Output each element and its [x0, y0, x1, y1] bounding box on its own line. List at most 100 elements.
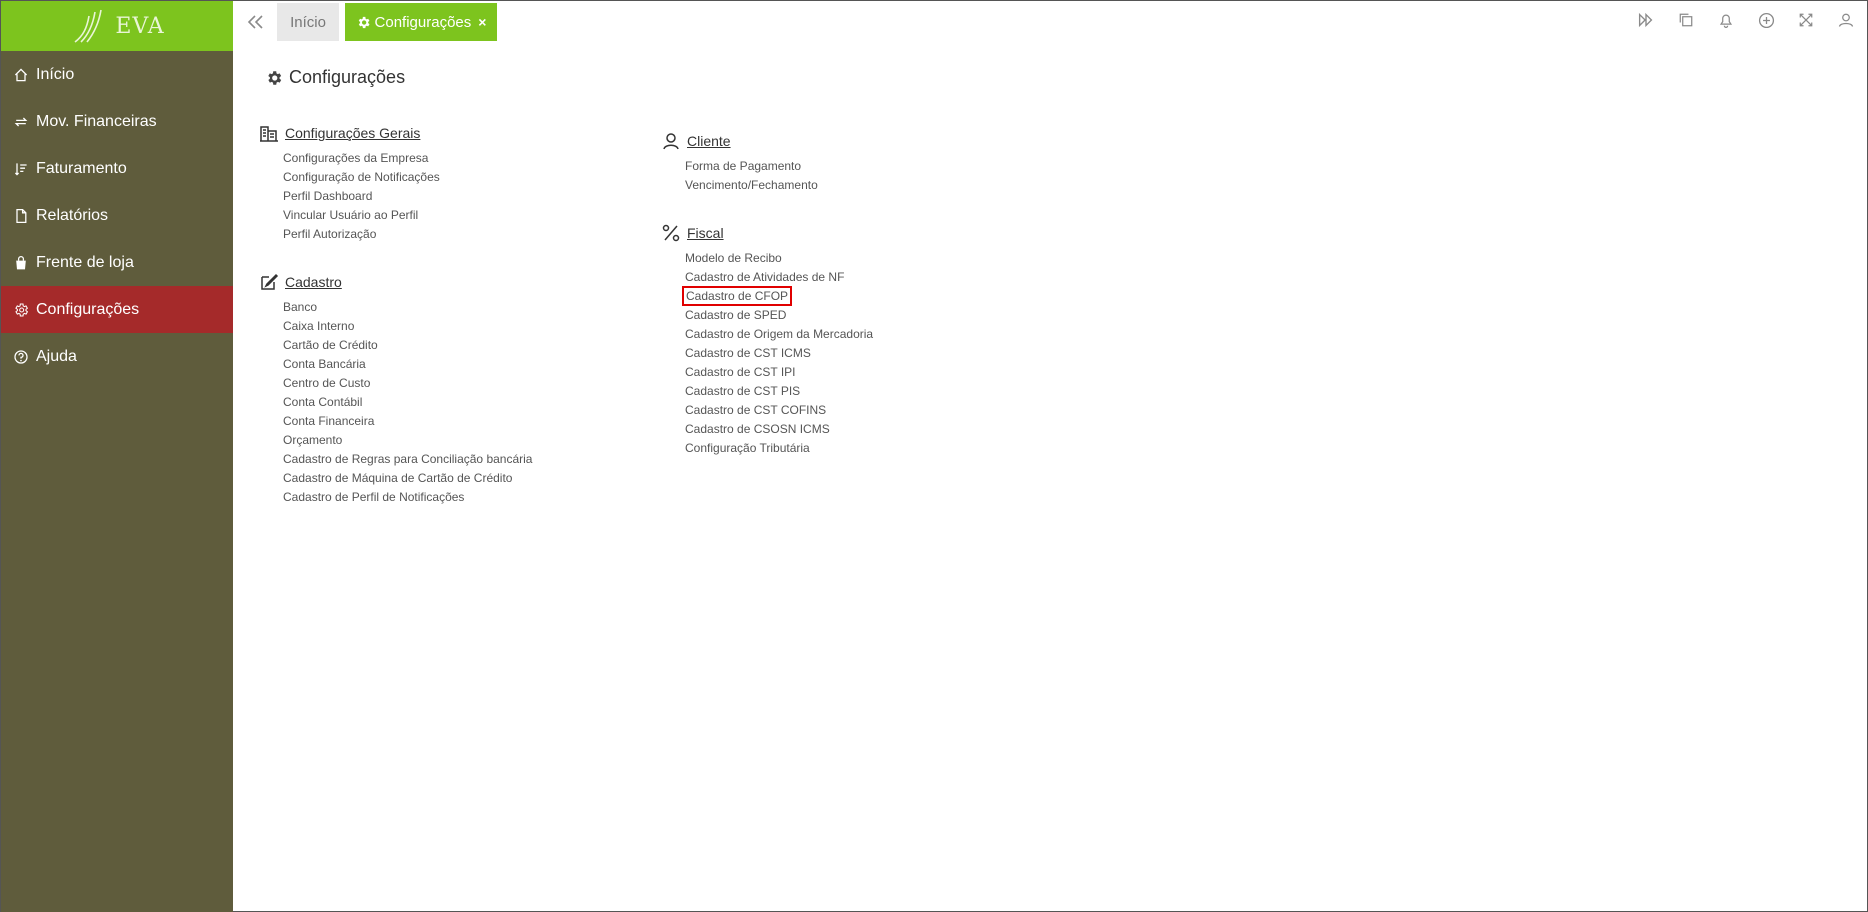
sidebar-item-relatorios[interactable]: Relatórios [1, 192, 233, 239]
logo-mark-icon [74, 9, 103, 43]
settings-link[interactable]: Perfil Dashboard [283, 187, 440, 206]
percent-icon [662, 224, 680, 242]
gear-icon [358, 16, 370, 28]
sidebar-item-configuracoes[interactable]: Configurações [1, 286, 233, 333]
settings-link-label: Cadastro de CST IPI [685, 365, 796, 379]
settings-link[interactable]: Modelo de Recibo [685, 249, 873, 268]
settings-link-label: Conta Bancária [283, 357, 366, 371]
user-icon[interactable] [1835, 9, 1857, 31]
settings-link[interactable]: Conta Financeira [283, 412, 532, 431]
sidebar-item-frente-de-loja[interactable]: Frente de loja [1, 239, 233, 286]
sort-list-icon [12, 160, 30, 178]
settings-link[interactable]: Cartão de Crédito [283, 336, 532, 355]
settings-link[interactable]: Conta Bancária [283, 355, 532, 374]
settings-link-label: Cadastro de SPED [685, 308, 787, 322]
tab-configuracoes[interactable]: Configurações × [345, 3, 497, 41]
sidebar-item-label: Relatórios [36, 206, 109, 224]
close-tab-icon[interactable]: × [478, 14, 486, 30]
settings-link[interactable]: Perfil Autorização [283, 225, 440, 244]
settings-link[interactable]: Cadastro de SPED [685, 306, 873, 325]
sidebar-item-ajuda[interactable]: Ajuda [1, 333, 233, 380]
sidebar-item-label: Ajuda [36, 347, 77, 365]
settings-link-label: Perfil Dashboard [283, 189, 373, 203]
settings-link[interactable]: Cadastro de Origem da Mercadoria [685, 325, 873, 344]
settings-link-label: Cadastro de Máquina de Cartão de Crédito [283, 471, 513, 485]
settings-link[interactable]: Orçamento [283, 431, 532, 450]
settings-link-label: Cadastro de CFOP [681, 286, 793, 306]
settings-link[interactable]: Cadastro de CST PIS [685, 382, 873, 401]
settings-link-label: Cadastro de CSOSN ICMS [685, 422, 830, 436]
configuracoes-gerais-links: Configurações da Empresa Configuração de … [259, 149, 440, 244]
settings-link-label: Cadastro de Atividades de NF [685, 270, 845, 284]
settings-link[interactable]: Forma de Pagamento [685, 157, 818, 176]
settings-link-label: Centro de Custo [283, 376, 371, 390]
settings-link-label: Configuração de Notificações [283, 170, 440, 184]
settings-link[interactable]: Cadastro de Atividades de NF [685, 268, 873, 287]
sidebar-item-label: Mov. Financeiras [36, 112, 157, 130]
shopping-bag-icon [12, 254, 30, 272]
document-icon [12, 207, 30, 225]
settings-link[interactable]: Cadastro de Perfil de Notificações [283, 488, 532, 507]
settings-link-label: Cadastro de CST COFINS [685, 403, 827, 417]
settings-link-label: Banco [283, 300, 318, 314]
section-title-cadastro[interactable]: Cadastro [285, 274, 342, 290]
exchange-icon [12, 113, 30, 131]
page-title-text: Configurações [289, 67, 406, 87]
settings-link[interactable]: Centro de Custo [283, 374, 532, 393]
settings-link-label: Orçamento [283, 433, 343, 447]
settings-link-label: Conta Financeira [283, 414, 375, 428]
settings-link-label: Perfil Autorização [283, 227, 377, 241]
settings-link-label: Conta Contábil [283, 395, 363, 409]
settings-link[interactable]: Cadastro de CSOSN ICMS [685, 420, 873, 439]
sidebar-item-inicio[interactable]: Início [1, 51, 233, 98]
settings-link-label: Configuração Tributária [685, 441, 810, 455]
settings-link[interactable]: Banco [283, 298, 532, 317]
section-title-configuracoes-gerais[interactable]: Configurações Gerais [285, 125, 420, 141]
sidebar-item-label: Início [36, 65, 75, 83]
edit-icon [261, 273, 279, 290]
sidebar-item-label: Faturamento [36, 159, 127, 177]
section-title-fiscal[interactable]: Fiscal [687, 225, 724, 241]
gear-icon [268, 70, 282, 85]
logo[interactable]: EVA [1, 1, 233, 51]
plus-circle-icon[interactable] [1755, 9, 1777, 31]
settings-link[interactable]: Cadastro de CST IPI [685, 363, 873, 382]
settings-link[interactable]: Caixa Interno [283, 317, 532, 336]
section-configuracoes-gerais: Configurações Gerais Configurações da Em… [259, 123, 440, 244]
section-title-cliente[interactable]: Cliente [687, 133, 731, 149]
settings-link[interactable]: Configuração de Notificações [283, 168, 440, 187]
settings-link[interactable]: Conta Contábil [283, 393, 532, 412]
home-icon [12, 66, 30, 84]
top-actions [1635, 9, 1857, 31]
settings-link[interactable]: Cadastro de Máquina de Cartão de Crédito [283, 469, 532, 488]
settings-link[interactable]: Configurações da Empresa [283, 149, 440, 168]
settings-link[interactable]: Cadastro de CFOP [681, 286, 873, 306]
settings-link-label: Cadastro de Origem da Mercadoria [685, 327, 874, 341]
app-window: EVA Início Mov. Financeiras Faturamento Rel… [0, 0, 1868, 912]
building-icon [260, 126, 278, 142]
collapse-sidebar-icon[interactable] [245, 11, 267, 33]
settings-link[interactable]: Configuração Tributária [685, 439, 873, 458]
settings-link-label: Caixa Interno [283, 319, 355, 333]
settings-link[interactable]: Vencimento/Fechamento [685, 176, 818, 195]
sidebar-item-mov-financeiras[interactable]: Mov. Financeiras [1, 98, 233, 145]
bell-icon[interactable] [1715, 9, 1737, 31]
settings-link[interactable]: Cadastro de CST ICMS [685, 344, 873, 363]
sidebar-item-faturamento[interactable]: Faturamento [1, 145, 233, 192]
tab-inicio[interactable]: Início [277, 3, 339, 41]
settings-link-label: Cadastro de Regras para Conciliação banc… [283, 452, 533, 466]
sidebar-item-label: Frente de loja [36, 253, 134, 271]
copy-icon[interactable] [1675, 9, 1697, 31]
sidebar: EVA Início Mov. Financeiras Faturamento Rel… [1, 1, 233, 912]
settings-link[interactable]: Cadastro de Regras para Conciliação banc… [283, 450, 532, 469]
gear-icon [12, 301, 30, 319]
expand-icon[interactable] [1795, 9, 1817, 31]
settings-link[interactable]: Vincular Usuário ao Perfil [283, 206, 440, 225]
logo-text: EVA [115, 13, 165, 39]
settings-link-label: Vincular Usuário ao Perfil [283, 208, 419, 222]
settings-link[interactable]: Cadastro de CST COFINS [685, 401, 873, 420]
help-circle-icon [12, 348, 30, 366]
topbar: Início Configurações × [233, 1, 1867, 43]
fast-forward-icon[interactable] [1635, 9, 1657, 31]
section-fiscal: Fiscal Modelo de Recibo Cadastro de Ativi… [661, 223, 873, 458]
